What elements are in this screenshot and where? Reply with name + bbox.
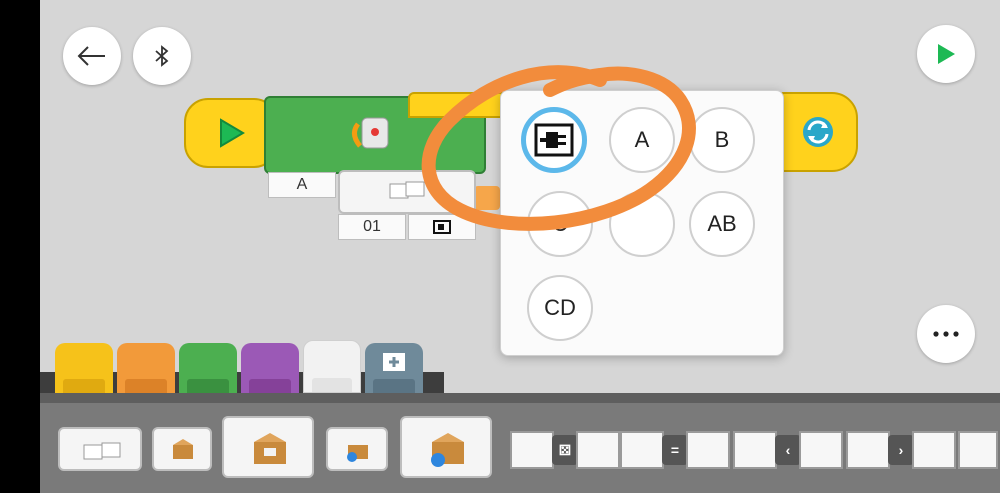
greater-right-slot — [912, 431, 956, 469]
add-sensor-icon — [383, 353, 405, 371]
bluetooth-button[interactable] — [133, 27, 191, 85]
random-left-slot — [510, 431, 554, 469]
equals-right-slot — [686, 431, 730, 469]
partial-slot — [958, 431, 998, 469]
back-arrow-icon — [77, 46, 105, 66]
palette-block-box[interactable] — [152, 427, 212, 471]
equals-left-slot — [620, 431, 664, 469]
motor-icon — [352, 117, 389, 149]
back-button[interactable] — [63, 27, 121, 85]
palette-block-bricks[interactable] — [58, 427, 142, 471]
motor-port-label: A — [296, 176, 308, 193]
world-variable-icon — [431, 433, 464, 467]
port-option-cd[interactable]: CD — [527, 275, 593, 341]
less-right-slot — [799, 431, 843, 469]
world-box-icon — [347, 445, 368, 462]
loop-block[interactable] — [776, 92, 858, 172]
box-variable-icon — [254, 433, 286, 464]
loop-arrows-icon — [803, 117, 833, 147]
palette-tab-purple[interactable] — [241, 343, 299, 393]
palette-tab-slate[interactable] — [365, 343, 423, 393]
annotation-scribble — [421, 65, 696, 231]
bricks-icon — [83, 442, 121, 460]
less-than-icon: ‹ — [775, 435, 801, 465]
palette-block-less-than[interactable]: ‹ — [733, 427, 843, 473]
equals-icon: = — [662, 435, 688, 465]
port-cd-label: CD — [544, 295, 576, 320]
sensor-value-tab[interactable]: 01 — [338, 214, 406, 240]
palette-block-world-box-large[interactable] — [400, 416, 492, 478]
palette-tab-white[interactable] — [303, 340, 361, 393]
greater-left-slot — [846, 431, 890, 469]
less-left-slot — [733, 431, 777, 469]
greater-than-icon: › — [888, 435, 914, 465]
start-play-icon — [220, 118, 245, 148]
palette-tab-green[interactable] — [179, 343, 237, 393]
run-button[interactable] — [917, 25, 975, 83]
palette-block-equals[interactable]: = — [620, 427, 730, 473]
more-button[interactable] — [917, 305, 975, 363]
palette-block-random[interactable]: ⚄ — [510, 427, 620, 473]
random-right-slot — [576, 431, 620, 469]
palette-tab-orange[interactable] — [117, 343, 175, 393]
sensor-value: 01 — [363, 218, 381, 235]
play-icon — [938, 44, 955, 64]
palette-rail — [40, 393, 1000, 403]
palette-tab-yellow[interactable] — [55, 343, 113, 393]
palette-block-greater-than[interactable]: › — [846, 427, 956, 473]
palette-block-partial[interactable] — [958, 427, 998, 473]
dice-icon: ⚄ — [552, 435, 578, 465]
palette-block-world-box[interactable] — [326, 427, 388, 471]
more-dots-icon — [933, 331, 959, 337]
motor-port-tab[interactable]: A — [268, 172, 336, 198]
bluetooth-icon — [155, 45, 169, 67]
palette-block-box-large[interactable] — [222, 416, 314, 478]
box-icon — [173, 439, 193, 459]
